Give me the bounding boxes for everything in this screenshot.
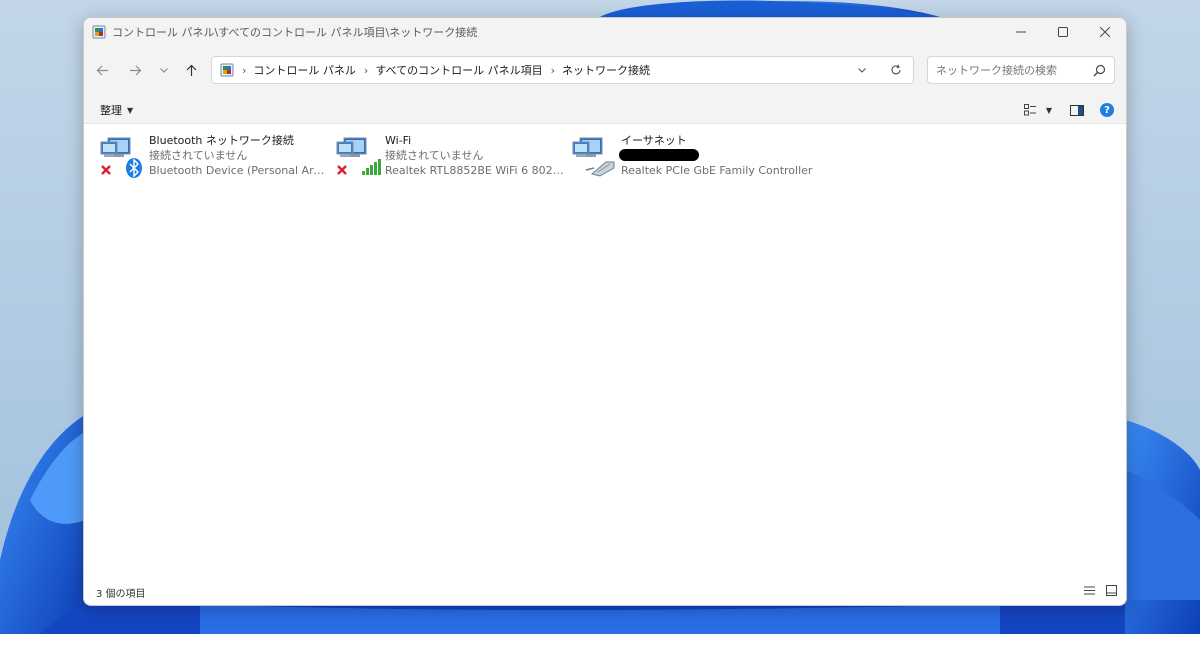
- organize-label: 整理: [100, 104, 122, 117]
- breadcrumb-separator[interactable]: ›: [364, 64, 368, 77]
- arrow-left-icon: [96, 65, 108, 75]
- redacted-network-name: [619, 149, 699, 161]
- network-computer-icon: [572, 137, 615, 177]
- search-box[interactable]: [927, 56, 1115, 84]
- connection-device: Bluetooth Device (Personal Area ...: [149, 164, 329, 177]
- window-title: コントロール パネル\すべてのコントロール パネル項目\ネットワーク接続: [112, 26, 478, 39]
- view-options-icon: [1023, 104, 1036, 116]
- maximize-button[interactable]: [1042, 18, 1084, 46]
- wifi-signal-icon: [362, 159, 381, 175]
- connection-name: イーサネット: [621, 134, 687, 147]
- control-panel-icon: [220, 63, 234, 77]
- close-icon: [1100, 27, 1110, 37]
- back-button[interactable]: [91, 59, 113, 81]
- connection-details: Bluetooth ネットワーク接続 接続されていません Bluetooth D…: [149, 133, 329, 178]
- network-computer-icon: [336, 137, 381, 175]
- network-computer-icon: [100, 137, 142, 178]
- connection-details: イーサネット Realtek PCIe GbE Family Controlle…: [619, 133, 831, 178]
- address-history-button[interactable]: [845, 57, 879, 83]
- forward-button[interactable]: [124, 59, 146, 81]
- organize-button[interactable]: 整理 ▼: [100, 102, 133, 118]
- connection-item-bluetooth[interactable]: Bluetooth ネットワーク接続 接続されていません Bluetooth D…: [100, 132, 330, 182]
- connection-item-ethernet[interactable]: イーサネット Realtek PCIe GbE Family Controlle…: [572, 132, 832, 182]
- breadcrumb-network-connections[interactable]: ネットワーク接続: [562, 62, 650, 78]
- help-button[interactable]: ?: [1100, 103, 1114, 117]
- chevron-down-icon: [160, 68, 168, 73]
- caret-down-icon: ▼: [127, 105, 134, 115]
- connection-name: Wi-Fi: [385, 134, 412, 147]
- connection-name: Bluetooth ネットワーク接続: [149, 134, 294, 147]
- disconnected-x-icon: [101, 165, 111, 175]
- details-view-icon[interactable]: [1083, 584, 1096, 597]
- recent-locations-button[interactable]: [153, 59, 175, 81]
- preview-pane-icon: [1070, 104, 1084, 116]
- close-button[interactable]: [1084, 18, 1126, 46]
- address-bar-actions: [845, 57, 913, 83]
- large-icons-view-icon[interactable]: [1105, 584, 1118, 597]
- breadcrumb-control-panel[interactable]: コントロール パネル: [253, 62, 356, 78]
- caret-down-icon: ▼: [1045, 105, 1052, 115]
- arrow-right-icon: [129, 65, 141, 75]
- refresh-button[interactable]: [879, 57, 913, 83]
- connections-list: Bluetooth ネットワーク接続 接続されていません Bluetooth D…: [84, 124, 1126, 577]
- up-button[interactable]: [180, 59, 202, 81]
- bottom-strip: [0, 634, 1200, 664]
- refresh-icon: [891, 64, 901, 75]
- ethernet-cable-icon: [585, 161, 615, 177]
- connection-item-wifi[interactable]: Wi-Fi 接続されていません Realtek RTL8852BE WiFi 6…: [336, 132, 566, 182]
- disconnected-x-icon: [337, 165, 347, 175]
- chevron-down-icon: [858, 68, 866, 73]
- search-icon[interactable]: [1093, 64, 1106, 77]
- title-bar: コントロール パネル\すべてのコントロール パネル項目\ネットワーク接続: [84, 18, 1126, 46]
- preview-pane-button[interactable]: [1070, 100, 1084, 120]
- arrow-up-icon: [186, 64, 196, 76]
- bluetooth-icon: [126, 158, 142, 178]
- item-count: 3 個の項目: [96, 589, 146, 600]
- change-view-button[interactable]: ▼: [1023, 100, 1052, 120]
- maximize-icon: [1058, 27, 1068, 37]
- minimize-button[interactable]: [1000, 18, 1042, 46]
- connection-status: 接続されていません: [149, 149, 248, 162]
- connection-details: Wi-Fi 接続されていません Realtek RTL8852BE WiFi 6…: [385, 133, 565, 178]
- address-bar[interactable]: › コントロール パネル › すべてのコントロール パネル項目 › ネットワーク…: [211, 56, 914, 84]
- status-bar: 3 個の項目: [84, 577, 1126, 605]
- connection-status: 接続されていません: [385, 149, 484, 162]
- breadcrumb-separator[interactable]: ›: [551, 64, 555, 77]
- breadcrumb-all-items[interactable]: すべてのコントロール パネル項目: [375, 62, 542, 78]
- control-panel-icon: [92, 25, 106, 39]
- connection-device: Realtek PCIe GbE Family Controller: [621, 164, 813, 177]
- view-toggle-group: [1074, 584, 1118, 597]
- connection-device: Realtek RTL8852BE WiFi 6 802.11a...: [385, 164, 565, 177]
- command-bar: 整理 ▼ ▼ ?: [84, 96, 1126, 124]
- window-controls: [1000, 18, 1126, 46]
- command-bar-right: ▼ ?: [1014, 100, 1114, 120]
- breadcrumb-separator[interactable]: ›: [242, 64, 246, 77]
- navigation-bar: › コントロール パネル › すべてのコントロール パネル項目 › ネットワーク…: [84, 46, 1126, 96]
- minimize-icon: [1016, 31, 1026, 33]
- search-input[interactable]: [936, 61, 1076, 79]
- explorer-window: コントロール パネル\すべてのコントロール パネル項目\ネットワーク接続 › コ…: [83, 17, 1127, 606]
